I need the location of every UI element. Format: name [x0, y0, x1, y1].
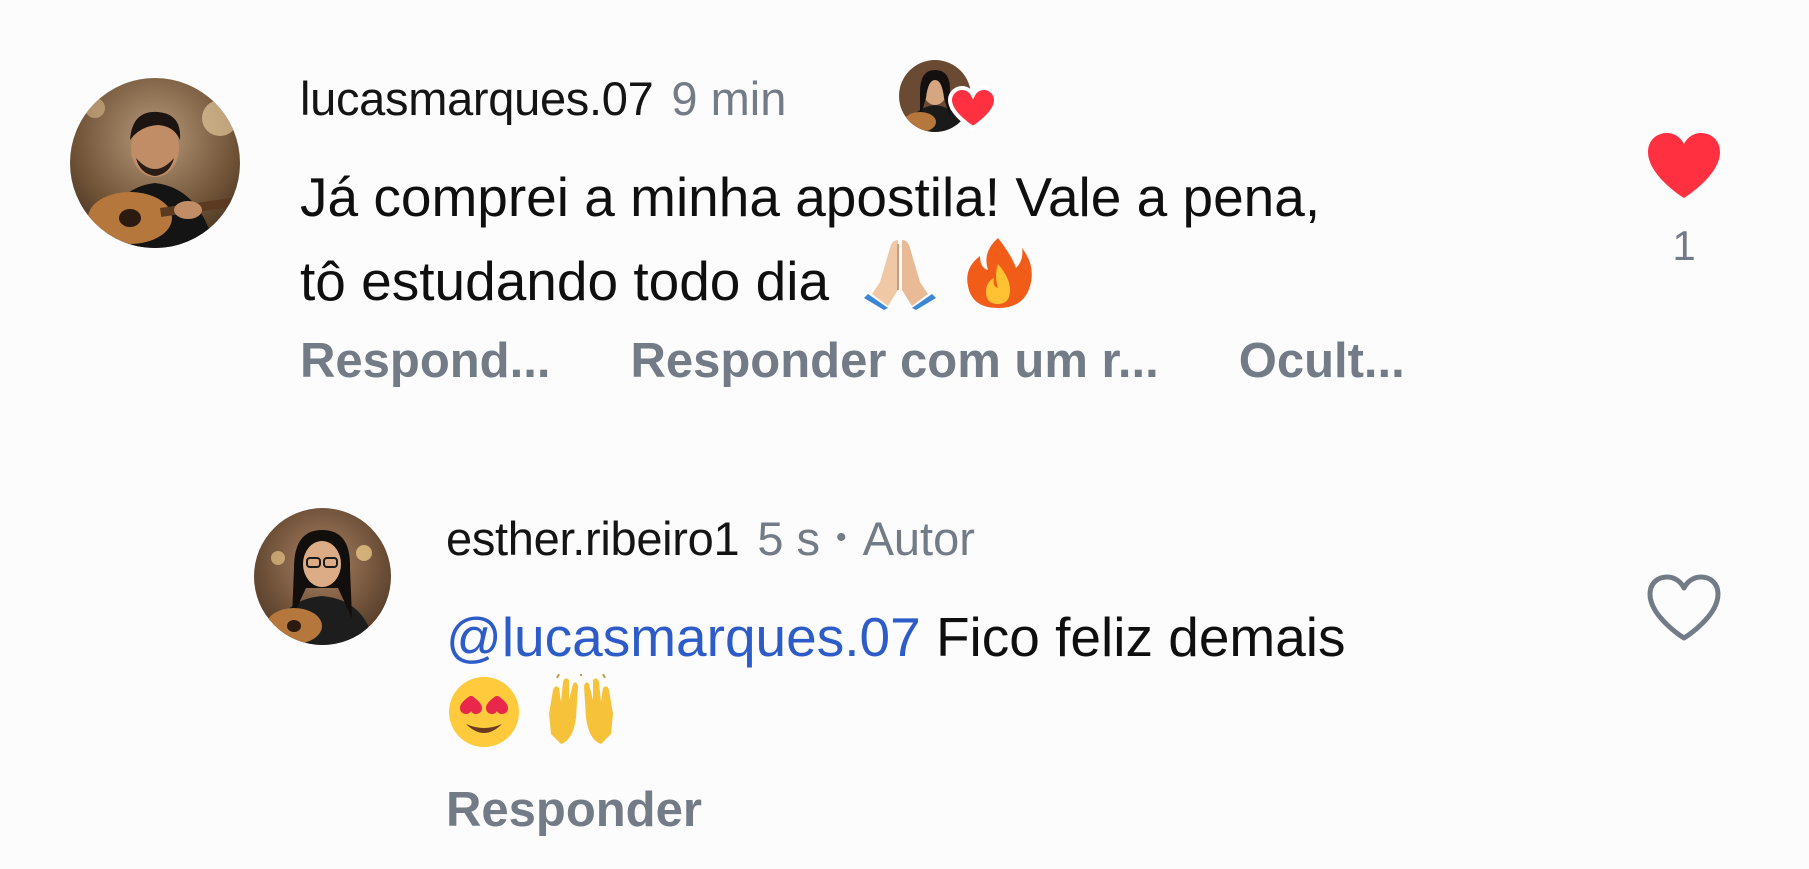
comment-lucasmarques: lucasmarques.07 9 min Já comprei a minha…	[0, 0, 1809, 400]
reply-button[interactable]: Responder	[446, 782, 702, 838]
separator-dot: •	[836, 521, 847, 554]
like-column: 1	[1640, 130, 1728, 270]
comment-text-line-2-wrap: tô estudando todo dia	[300, 234, 1600, 328]
comment-text-line-1: Já comprei a minha apostila! Vale a pena…	[300, 166, 1321, 228]
username[interactable]: lucasmarques.07	[300, 71, 654, 126]
comment-actions: Respond... Responder com um r... Ocult..…	[300, 333, 1405, 389]
reply-actions: Responder	[446, 782, 702, 838]
username[interactable]: esther.ribeiro1	[446, 511, 740, 566]
fire-emoji	[960, 234, 1036, 328]
hide-button[interactable]: Ocult...	[1239, 333, 1405, 389]
reply-header: esther.ribeiro1 5 s • Autor	[446, 508, 975, 568]
like-column	[1640, 572, 1728, 644]
timestamp: 9 min	[671, 71, 787, 125]
mention-link[interactable]: @lucasmarques.07	[446, 606, 921, 668]
reply-with-reel-button[interactable]: Responder com um r...	[630, 333, 1158, 389]
author-badge: Autor	[862, 511, 975, 565]
comment-header: lucasmarques.07 9 min	[300, 68, 786, 128]
avatar-esther-ribeiro[interactable]	[254, 508, 391, 645]
heart-outline-icon[interactable]	[1644, 572, 1724, 644]
heart-filled-icon[interactable]	[1644, 130, 1724, 202]
comment-text: Já comprei a minha apostila! Vale a pena…	[300, 160, 1600, 328]
reply-text: @lucasmarques.07 Fico feliz demais	[446, 600, 1596, 748]
like-count: 1	[1672, 222, 1696, 269]
avatar-lucasmarques[interactable]	[70, 78, 240, 248]
reply-text-content: Fico feliz demais	[935, 606, 1346, 668]
author-liked-badge	[898, 58, 1002, 134]
reply-button[interactable]: Respond...	[300, 333, 550, 389]
comment-text-line-2: tô estudando todo dia	[300, 250, 830, 312]
reply-text-line-1: @lucasmarques.07 Fico feliz demais	[446, 600, 1596, 674]
raising-hands-emoji	[543, 672, 619, 768]
comment-esther-ribeiro: esther.ribeiro1 5 s • Autor @lucasmarque…	[0, 480, 1809, 869]
reply-emojis	[446, 672, 1596, 748]
heart-eyes-emoji	[446, 674, 522, 768]
folded-hands-emoji	[862, 234, 938, 328]
timestamp: 5 s	[757, 511, 821, 565]
